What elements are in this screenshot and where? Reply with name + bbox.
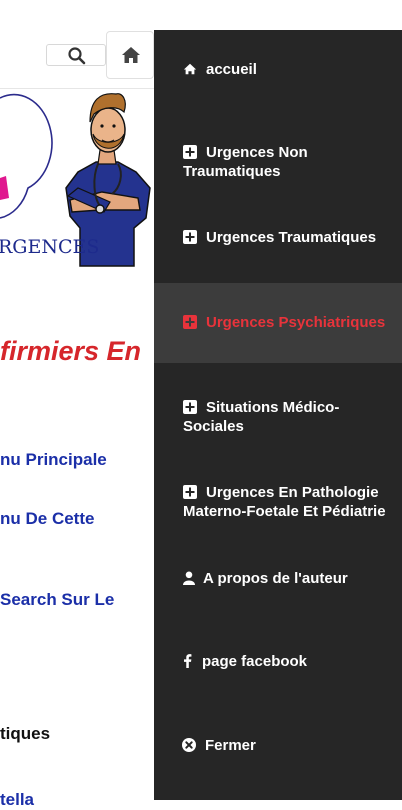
search-icon <box>68 47 86 65</box>
close-circle-icon <box>182 738 196 752</box>
menu-item-label: Situations Médico-Sociales <box>183 399 340 435</box>
menu-item-label: accueil <box>206 61 257 78</box>
menu-item-situations-medico-sociales[interactable]: Situations Médico-Sociales <box>154 370 402 455</box>
menu-item-a-propos[interactable]: A propos de l'auteur <box>154 555 402 615</box>
page-heading: firmiers En <box>0 336 142 366</box>
plus-square-icon <box>183 230 197 244</box>
menu-link-principale[interactable]: nu Principale <box>0 450 154 470</box>
plus-square-icon <box>183 485 197 499</box>
menu-item-label: Urgences En Pathologie Materno-Foetale E… <box>183 484 386 520</box>
menu-item-page-facebook[interactable]: page facebook <box>154 630 402 690</box>
facebook-icon <box>184 654 192 668</box>
side-drawer-menu: accueil Urgences Non Traumatiques Urgenc… <box>154 30 402 800</box>
menu-item-pathologie-materno-foetale[interactable]: Urgences En Pathologie Materno-Foetale E… <box>154 455 402 555</box>
menu-item-accueil[interactable]: accueil <box>154 30 402 110</box>
menu-item-label: Urgences Non Traumatiques <box>183 144 308 180</box>
home-icon <box>122 47 140 63</box>
logo-text: RGENCES <box>0 236 100 258</box>
category-text: tiques <box>0 724 51 743</box>
menu-item-label: Urgences Psychiatriques <box>206 314 386 331</box>
home-icon <box>183 63 197 75</box>
partial-link[interactable]: tella <box>0 790 154 810</box>
plus-square-icon <box>183 400 197 414</box>
menu-item-label: page facebook <box>202 653 308 670</box>
menu-item-fermer[interactable]: Fermer <box>154 715 402 775</box>
menu-link-cette[interactable]: nu De Cette <box>0 509 154 529</box>
menu-item-label: Urgences Traumatiques <box>206 229 377 246</box>
menu-item-urgences-psychiatriques[interactable]: Urgences Psychiatriques <box>154 283 402 363</box>
home-button[interactable] <box>106 31 154 79</box>
plus-square-icon <box>183 315 197 329</box>
menu-item-label: Fermer <box>205 737 256 754</box>
menu-item-label: A propos de l'auteur <box>203 570 348 587</box>
menu-item-urgences-traumatiques[interactable]: Urgences Traumatiques <box>154 200 402 285</box>
plus-square-icon <box>183 145 197 159</box>
search-link[interactable]: Search Sur Le <box>0 590 154 610</box>
search-button[interactable] <box>46 44 106 66</box>
user-icon <box>183 571 195 585</box>
menu-item-urgences-non-traumatiques[interactable]: Urgences Non Traumatiques <box>154 115 402 200</box>
